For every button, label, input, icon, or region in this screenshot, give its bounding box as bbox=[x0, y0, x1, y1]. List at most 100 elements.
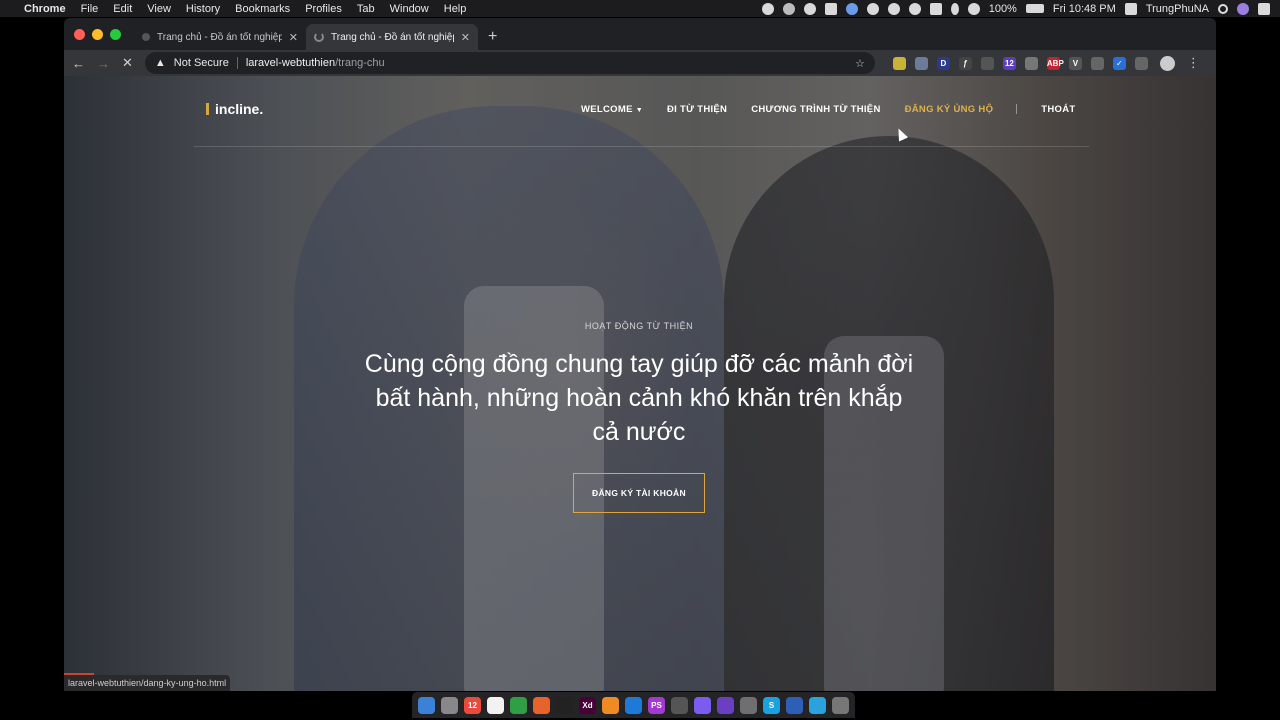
nav-thoat[interactable]: THOÁT bbox=[1041, 104, 1075, 115]
finder-icon[interactable] bbox=[418, 696, 435, 714]
menu-bookmarks[interactable]: Bookmarks bbox=[235, 3, 290, 15]
sync-status-icon[interactable] bbox=[908, 2, 921, 15]
zoom-window-button[interactable] bbox=[110, 29, 121, 40]
xd-icon[interactable]: Xd bbox=[579, 696, 596, 714]
refresh-status-icon[interactable] bbox=[887, 2, 900, 15]
macos-menubar: Chrome File Edit View History Bookmarks … bbox=[0, 0, 1280, 17]
nav-divider bbox=[1016, 104, 1018, 114]
circle-ext-icon[interactable] bbox=[914, 56, 928, 70]
launchpad-icon[interactable] bbox=[441, 696, 458, 714]
trash-icon[interactable] bbox=[832, 696, 849, 714]
tab-close-icon[interactable]: ✕ bbox=[289, 31, 298, 44]
puzzle-icon[interactable] bbox=[1134, 56, 1148, 70]
user-name[interactable]: TrungPhuNA bbox=[1146, 3, 1209, 15]
new-tab-button[interactable]: + bbox=[478, 24, 507, 50]
pin-icon[interactable] bbox=[892, 56, 906, 70]
url-host: laravel-webtuthien bbox=[245, 57, 336, 69]
cloud-icon[interactable] bbox=[845, 2, 858, 15]
wifi-icon[interactable] bbox=[967, 2, 980, 15]
logo-mark-icon bbox=[206, 103, 212, 115]
camera-ext-icon[interactable] bbox=[1024, 56, 1038, 70]
script-ext-icon[interactable]: ƒ bbox=[958, 56, 972, 70]
security-label[interactable]: Not Secure bbox=[174, 57, 229, 69]
notes-icon[interactable] bbox=[487, 696, 504, 714]
site-logo[interactable]: incline. bbox=[206, 101, 263, 117]
sourcetree-icon[interactable] bbox=[786, 696, 803, 714]
extensions-toolbar: Dƒ 12 ABP V ✓ bbox=[892, 56, 1148, 70]
tab-favicon-icon bbox=[142, 33, 150, 41]
translate-ext-icon[interactable] bbox=[1090, 56, 1104, 70]
menu-edit[interactable]: Edit bbox=[113, 3, 132, 15]
address-bar[interactable]: ▲ Not Secure laravel-webtuthien/trang-ch… bbox=[144, 52, 875, 74]
menu-window[interactable]: Window bbox=[390, 3, 429, 15]
siri-icon[interactable] bbox=[1237, 2, 1249, 15]
menu-profiles[interactable]: Profiles bbox=[305, 3, 342, 15]
tab-title: Trang chủ - Đồ án tốt nghiệp bbox=[331, 31, 454, 43]
web-page: incline. WELCOME ▼ ĐI TỪ THIỆN CHƯƠNG TRÌ… bbox=[64, 76, 1216, 691]
profile-avatar[interactable] bbox=[1159, 55, 1175, 71]
hero-section: HOẠT ĐỘNG TỪ THIỆN Cùng cộng đồng chung … bbox=[364, 321, 914, 513]
phpstorm-icon[interactable]: PS bbox=[648, 696, 665, 714]
forward-icon[interactable]: → bbox=[97, 56, 110, 71]
control-center-icon[interactable] bbox=[1258, 2, 1270, 15]
warning-icon[interactable]: ▲ bbox=[155, 57, 166, 69]
alfred-icon[interactable] bbox=[671, 696, 688, 714]
d-ext-icon[interactable]: D bbox=[936, 56, 950, 70]
visual-studio-icon[interactable] bbox=[717, 696, 734, 714]
close-window-button[interactable] bbox=[74, 29, 85, 40]
window-controls bbox=[74, 29, 121, 40]
clock[interactable]: Fri 10:48 PM bbox=[1053, 3, 1116, 15]
terminal-icon[interactable] bbox=[556, 696, 573, 714]
menu-help[interactable]: Help bbox=[444, 3, 467, 15]
check-status-icon[interactable] bbox=[803, 2, 816, 15]
sublime-icon[interactable] bbox=[602, 696, 619, 714]
vue-ext-icon[interactable]: V bbox=[1068, 56, 1082, 70]
nav-chuong-trinh-tu-thien[interactable]: CHƯƠNG TRÌNH TỪ THIỆN bbox=[751, 104, 880, 115]
battery-icon[interactable] bbox=[1025, 4, 1044, 13]
abp-icon[interactable]: ABP bbox=[1046, 56, 1064, 70]
firefox-icon[interactable] bbox=[533, 696, 550, 714]
vscode-icon[interactable] bbox=[625, 696, 642, 714]
link-status-bar: laravel-webtuthien/dang-ky-ung-ho.html bbox=[64, 675, 231, 691]
user-switch-icon[interactable] bbox=[1124, 2, 1137, 15]
chrome-menu-icon[interactable]: ⋮ bbox=[1187, 55, 1200, 71]
tab-title: Trang chủ - Đồ án tốt nghiệp bbox=[157, 31, 282, 43]
loading-spinner-icon bbox=[314, 32, 324, 42]
stop-loading-icon[interactable]: ✕ bbox=[122, 55, 133, 71]
vue-status-icon[interactable] bbox=[824, 2, 837, 15]
macos-dock: 12 Xd PS S bbox=[412, 692, 855, 718]
battery-percent: 100% bbox=[988, 2, 1017, 15]
calendar-icon[interactable]: 12 bbox=[464, 696, 481, 714]
minimize-window-button[interactable] bbox=[92, 29, 103, 40]
nav-welcome[interactable]: WELCOME ▼ bbox=[581, 104, 643, 115]
github-desktop-icon[interactable] bbox=[740, 696, 757, 714]
bookmark-star-icon[interactable]: ☆ bbox=[855, 57, 865, 70]
tab-strip: Trang chủ - Đồ án tốt nghiệp ✕ Trang chủ… bbox=[64, 18, 1216, 50]
telegram-status-icon[interactable] bbox=[782, 2, 795, 15]
messenger-icon[interactable] bbox=[694, 696, 711, 714]
menu-tab[interactable]: Tab bbox=[357, 3, 375, 15]
nav-dang-ky-ung-ho[interactable]: ĐĂNG KÝ ỦNG HỘ bbox=[905, 104, 994, 115]
telegram-icon[interactable] bbox=[809, 696, 826, 714]
logo-text: incline. bbox=[215, 101, 264, 117]
gray-ext-icon[interactable] bbox=[980, 56, 994, 70]
record-icon[interactable] bbox=[761, 2, 774, 15]
register-account-button[interactable]: ĐĂNG KÝ TÀI KHOẢN bbox=[573, 473, 705, 513]
display-icon[interactable] bbox=[929, 2, 942, 15]
menu-file[interactable]: File bbox=[81, 3, 99, 15]
tab-1[interactable]: Trang chủ - Đồ án tốt nghiệp ✕ bbox=[134, 24, 306, 50]
menu-app-name[interactable]: Chrome bbox=[24, 3, 66, 15]
back-icon[interactable]: ← bbox=[72, 56, 85, 71]
spotlight-icon[interactable] bbox=[1218, 3, 1228, 14]
skype-icon[interactable]: S bbox=[763, 696, 780, 714]
badge-ext-icon[interactable]: 12 bbox=[1002, 56, 1016, 70]
chrome-icon[interactable] bbox=[510, 696, 527, 714]
nav-di-tu-thien[interactable]: ĐI TỪ THIỆN bbox=[667, 104, 727, 115]
menu-view[interactable]: View bbox=[147, 3, 171, 15]
check-ext-icon[interactable]: ✓ bbox=[1112, 56, 1126, 70]
tab-close-icon[interactable]: ✕ bbox=[461, 31, 470, 44]
bluetooth-icon[interactable] bbox=[950, 2, 959, 15]
menu-history[interactable]: History bbox=[186, 3, 220, 15]
tab-2-active[interactable]: Trang chủ - Đồ án tốt nghiệp ✕ bbox=[306, 24, 478, 50]
skype-status-icon[interactable] bbox=[866, 2, 879, 15]
